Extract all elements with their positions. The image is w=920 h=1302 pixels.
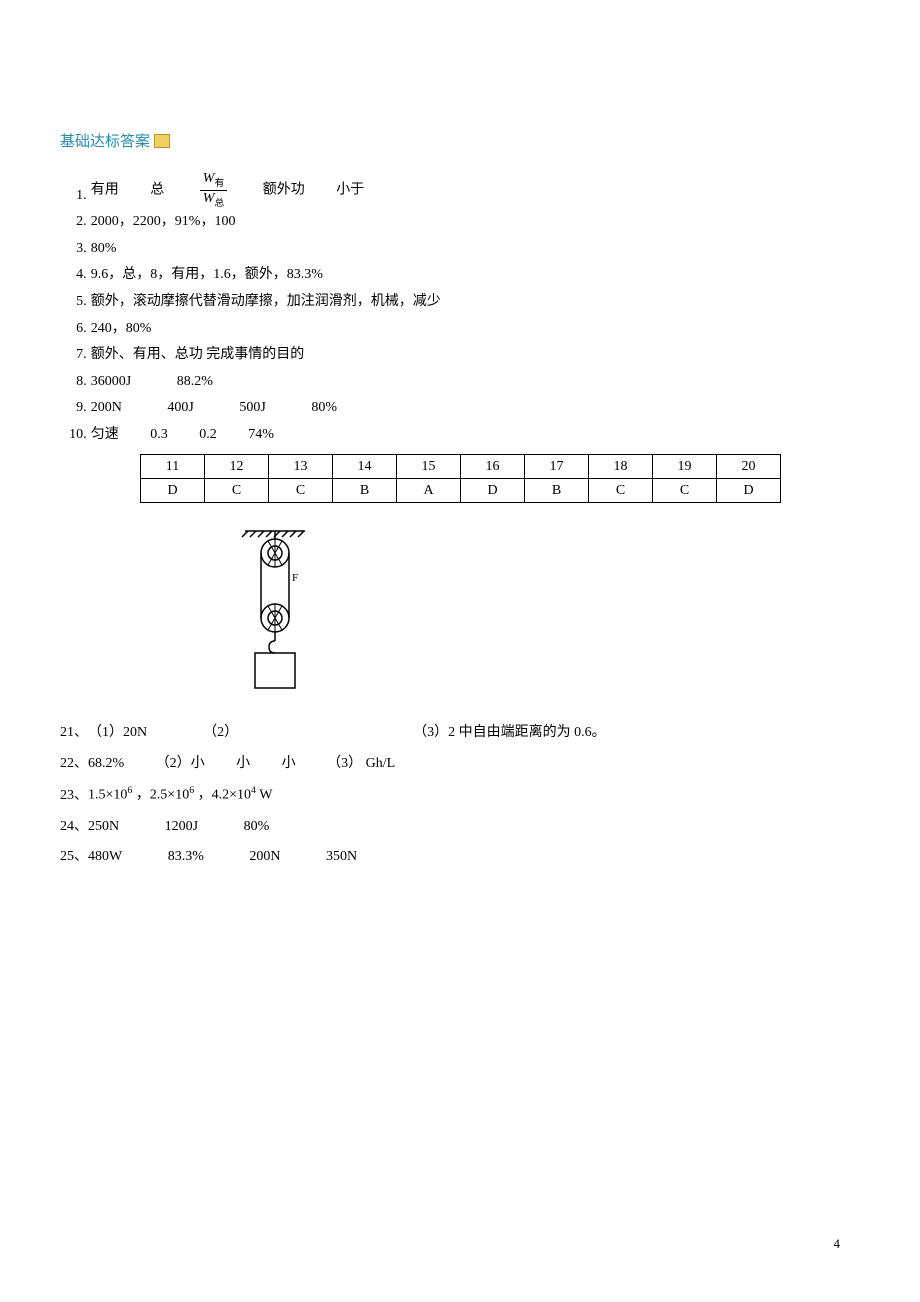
answer-text: 200N 400J 500J 80% [91,395,337,422]
th: 20 [717,455,781,479]
answers-list: 1. 有用 总 W有 W总 额外功 小于 2. 2000，2200，91%，10… [60,171,860,448]
td: C [589,479,653,503]
choice-answer-table: 11 12 13 14 15 16 17 18 19 20 D C C B A … [140,454,781,503]
fraction: W有 W总 [200,171,227,209]
answer-9: 9. 200N 400J 500J 80% [60,395,860,422]
answer-number: 9. [60,395,91,422]
td: C [205,479,269,503]
answer-5: 5. 额外，滚动摩擦代替滑动摩擦，加注润滑剂，机械，减少 [60,289,860,316]
answer-2: 2. 2000，2200，91%，100 [60,209,860,236]
answer-22: 22、 68.2% （2）小 小 小 （3） Gh/L [60,749,860,780]
th: 16 [461,455,525,479]
answer-number: 23、 [60,781,88,812]
th: 12 [205,455,269,479]
answer-text: 有用 总 W有 W总 额外功 小于 [91,171,364,209]
answer-6: 6. 240，80% [60,316,860,343]
answer-23: 23、 1.5×106 ，2.5×106 ，4.2×104 W [60,780,860,811]
answer-text: （1）20N （2） （3）2 中自由端距离的为 0.6。 [88,718,606,749]
svg-text:F: F [292,572,298,584]
td: A [397,479,461,503]
answer-text: 480W 83.3% 200N 350N [88,842,357,873]
answer-7: 7. 额外、有用、总功 完成事情的目的 [60,342,860,369]
answer-number: 10. [60,422,91,449]
answer-number: 21、 [60,718,88,749]
answer-text: 匀速 0.3 0.2 74% [91,422,274,449]
page-number: 4 [834,1236,841,1252]
answer-8: 8. 36000J 88.2% [60,369,860,396]
td: D [141,479,205,503]
answer-number: 1. [60,183,91,210]
section-title: 基础达标答案 [60,130,150,151]
answer-number: 3. [60,236,91,263]
td: B [525,479,589,503]
answer-25: 25、 480W 83.3% 200N 350N [60,842,860,873]
answers-2-list: 21、 （1）20N （2） （3）2 中自由端距离的为 0.6。 22、 68… [60,718,860,873]
answer-21: 21、 （1）20N （2） （3）2 中自由端距离的为 0.6。 [60,718,860,749]
answer-number: 6. [60,316,91,343]
answer-number: 5. [60,289,91,316]
answer-number: 25、 [60,842,88,873]
answer-number: 7. [60,342,91,369]
th: 15 [397,455,461,479]
td: D [461,479,525,503]
answer-text: 2000，2200，91%，100 [91,209,236,236]
td: B [333,479,397,503]
table-row: 11 12 13 14 15 16 17 18 19 20 [141,455,781,479]
answer-text: 9.6，总，8，有用，1.6，额外，83.3% [91,262,323,289]
pulley-diagram: F [230,523,860,708]
answer-number: 4. [60,262,91,289]
answer-4: 4. 9.6，总，8，有用，1.6，额外，83.3% [60,262,860,289]
table-row: D C C B A D B C C D [141,479,781,503]
td: C [653,479,717,503]
answer-1: 1. 有用 总 W有 W总 额外功 小于 [60,171,860,209]
th: 19 [653,455,717,479]
th: 14 [333,455,397,479]
td: C [269,479,333,503]
answer-text: 240，80% [91,316,152,343]
answer-number: 8. [60,369,91,396]
answer-number: 22、 [60,749,88,780]
th: 17 [525,455,589,479]
answer-text: 额外，滚动摩擦代替滑动摩擦，加注润滑剂，机械，减少 [91,289,441,316]
answer-text: 36000J 88.2% [91,369,213,396]
answer-3: 3. 80% [60,236,860,263]
answer-text: 68.2% （2）小 小 小 （3） Gh/L [88,749,395,780]
th: 11 [141,455,205,479]
answer-10: 10. 匀速 0.3 0.2 74% [60,422,860,449]
answer-text: 250N 1200J 80% [88,812,269,843]
answer-text: 80% [91,236,117,263]
td: D [717,479,781,503]
answer-number: 2. [60,209,91,236]
pulley-svg-icon: F [230,523,320,703]
section-title-row: 基础达标答案 [60,130,860,151]
collapse-icon [154,134,170,148]
th: 13 [269,455,333,479]
th: 18 [589,455,653,479]
answer-24: 24、 250N 1200J 80% [60,812,860,843]
answer-text: 1.5×106 ，2.5×106 ，4.2×104 W [88,780,272,811]
answer-number: 24、 [60,812,88,843]
answer-text: 额外、有用、总功 完成事情的目的 [91,342,305,369]
